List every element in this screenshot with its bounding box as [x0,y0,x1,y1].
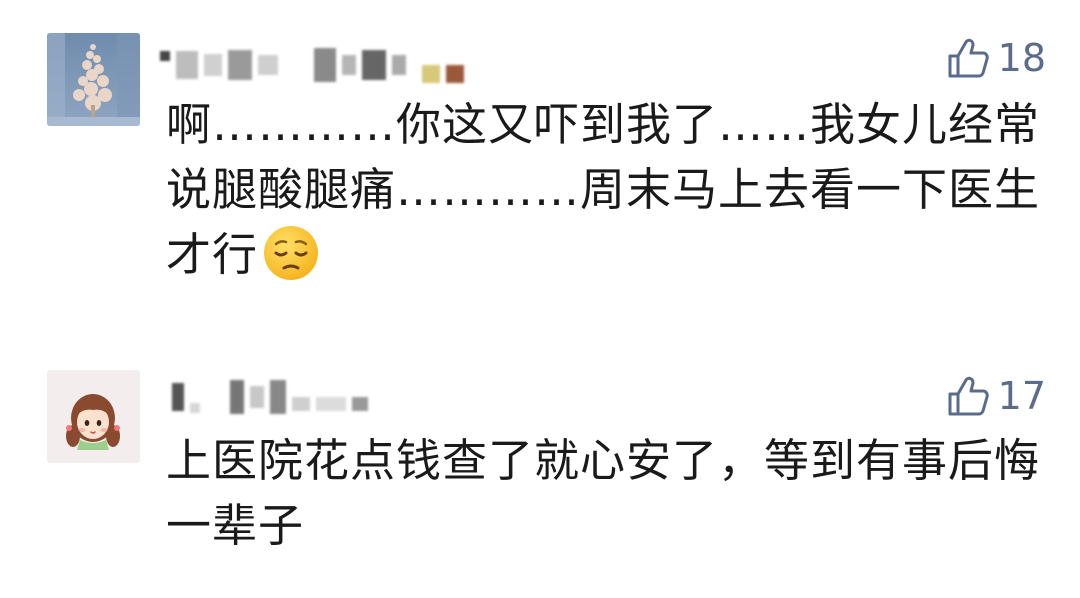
thumbs-up-outline-icon [948,38,989,78]
comment-text: 啊…………你这又吓到我了……我女儿经常说腿酸腿痛…………周末马上去看一下医生才行 [166,92,1046,287]
comment-body: 上医院花点钱查了就心安了，等到有事后悔一辈子 [166,434,1041,552]
like-count: 17 [997,374,1046,418]
user-avatar[interactable] [47,33,140,126]
like-button[interactable]: 18 [946,36,1046,80]
pensive-face-emoji [264,226,319,280]
winter-tree-avatar [47,33,140,126]
username-redacted [172,372,374,422]
cartoon-girl-avatar [47,370,140,463]
user-avatar[interactable] [47,370,140,463]
comment-item: 18 啊…………你这又吓到我了……我女儿经常说腿酸腿痛…………周末马上去看一下医… [0,0,1080,330]
like-button[interactable]: 17 [946,374,1046,418]
thumbs-up-outline-icon [948,376,989,416]
username-redacted [160,40,470,90]
like-count: 18 [997,36,1046,80]
comment-text: 上医院花点钱查了就心安了，等到有事后悔一辈子 [166,428,1046,558]
comment-item: 17 上医院花点钱查了就心安了，等到有事后悔一辈子 [0,330,1080,598]
